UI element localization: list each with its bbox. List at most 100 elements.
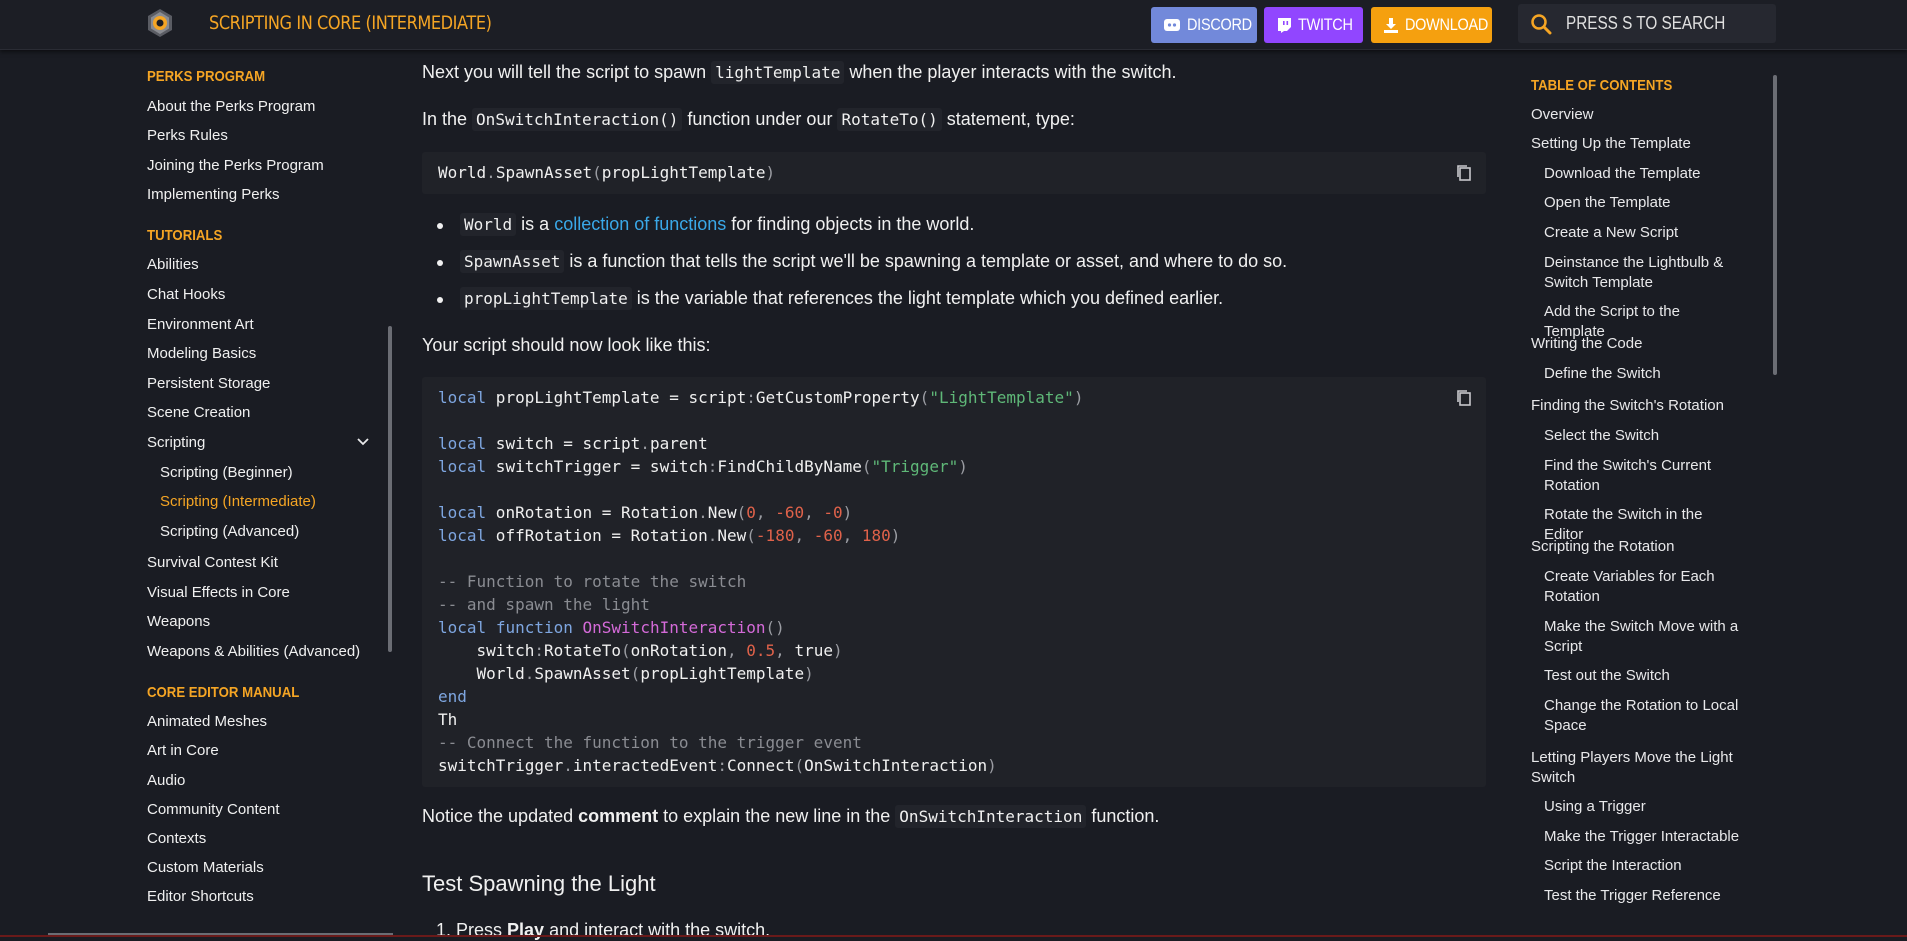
twitch-button[interactable]: TWITCH: [1264, 7, 1363, 43]
text: 1. Press: [436, 920, 508, 940]
text: to explain the new line in the: [658, 806, 896, 826]
toc-item[interactable]: Make the Trigger Interactable: [1544, 827, 1744, 847]
sidebar-item[interactable]: Weapons: [147, 613, 210, 630]
token: (: [630, 664, 641, 683]
sidebar-item[interactable]: Scene Creation: [147, 404, 250, 421]
sidebar-item[interactable]: Modeling Basics: [147, 345, 256, 362]
token: propLightTemplate = script: [486, 388, 747, 407]
list-item: 1. Press Play and interact with the swit…: [436, 920, 770, 941]
token: local: [438, 618, 487, 637]
token: ,: [775, 641, 795, 660]
toc-item[interactable]: Script the Interaction: [1544, 856, 1744, 876]
download-button[interactable]: DOWNLOAD: [1371, 7, 1492, 43]
discord-button[interactable]: DISCORD: [1151, 7, 1257, 43]
search-input[interactable]: PRESS S TO SEARCH: [1518, 4, 1776, 43]
sidebar-item[interactable]: Survival Contest Kit: [147, 554, 278, 571]
copy-icon[interactable]: [1456, 389, 1472, 407]
token: ,: [755, 503, 776, 522]
sidebar-item-scripting[interactable]: Scripting: [147, 434, 205, 451]
toc-item[interactable]: Overview: [1531, 105, 1741, 125]
toc-item[interactable]: Find the Switch's Current Rotation: [1544, 456, 1744, 496]
token: (: [746, 526, 756, 545]
sidebar-item[interactable]: Editor Shortcuts: [147, 888, 254, 905]
code-comment: -- Function to rotate the switch: [438, 572, 747, 591]
paragraph: Your script should now look like this:: [422, 335, 711, 355]
twitch-label: TWITCH: [1298, 15, 1353, 34]
toc-item[interactable]: Change the Rotation to Local Space: [1544, 696, 1744, 736]
sidebar-scrollbar[interactable]: [388, 326, 392, 652]
code-line: Th: [438, 710, 458, 729]
sidebar-item[interactable]: Animated Meshes: [147, 713, 267, 730]
toc-item[interactable]: Create a New Script: [1544, 223, 1744, 243]
sidebar-subitem-active[interactable]: Scripting (Intermediate): [160, 493, 316, 510]
sidebar-item[interactable]: Contexts: [147, 830, 206, 847]
sidebar-heading-perks: PERKS PROGRAM: [147, 68, 266, 85]
token: ): [890, 526, 901, 545]
token: (: [919, 388, 930, 407]
token: .: [563, 756, 573, 775]
toc-item[interactable]: Download the Template: [1544, 164, 1744, 184]
list-item: SpawnAsset is a function that tells the …: [460, 250, 1287, 273]
toc-item[interactable]: Make the Switch Move with a Script: [1544, 617, 1744, 657]
collection-of-functions-link[interactable]: collection of functions: [554, 214, 726, 234]
token: ): [804, 664, 814, 683]
token: SpawnAsset: [495, 163, 593, 182]
token: parent: [649, 434, 708, 453]
sidebar-item[interactable]: Art in Core: [147, 742, 219, 759]
sidebar-item[interactable]: Perks Rules: [147, 127, 228, 144]
token: (: [621, 641, 631, 660]
token: -0: [823, 503, 843, 522]
token: .: [640, 434, 650, 453]
code-line: World.SpawnAsset(propLightTemplate): [438, 664, 814, 683]
token: onRotation: [630, 641, 727, 660]
bullet-dot: [437, 260, 443, 266]
token: :: [534, 641, 544, 660]
token: switch = script: [486, 434, 641, 453]
copy-icon[interactable]: [1456, 164, 1472, 182]
sidebar-item[interactable]: Chat Hooks: [147, 286, 225, 303]
token: ): [832, 641, 843, 660]
sidebar-item[interactable]: Implementing Perks: [147, 186, 280, 203]
sidebar-heading-tutorials: TUTORIALS: [147, 227, 223, 244]
sidebar-item[interactable]: Custom Materials: [147, 859, 264, 876]
code-line: switch:RotateTo(onRotation, 0.5, true): [438, 641, 843, 660]
toc-item[interactable]: Define the Switch: [1544, 364, 1744, 384]
sidebar-subitem[interactable]: Scripting (Beginner): [160, 464, 293, 481]
sidebar-item[interactable]: Joining the Perks Program: [147, 157, 324, 174]
text: statement, type:: [941, 109, 1075, 129]
toc-item[interactable]: Select the Switch: [1544, 426, 1744, 446]
sidebar-item[interactable]: Visual Effects in Core: [147, 584, 290, 601]
toc-item[interactable]: Scripting the Rotation: [1531, 537, 1741, 557]
sidebar-item[interactable]: Audio: [147, 772, 185, 789]
core-logo-icon[interactable]: [145, 8, 175, 38]
left-sidebar: PERKS PROGRAM About the Perks Program Pe…: [0, 50, 390, 937]
toc-item[interactable]: Test the Trigger Reference: [1544, 886, 1744, 906]
sidebar-item[interactable]: Abilities: [147, 256, 199, 273]
token: .: [707, 526, 718, 545]
sidebar-item[interactable]: About the Perks Program: [147, 98, 315, 115]
toc-item[interactable]: Using a Trigger: [1544, 797, 1744, 817]
toc-item[interactable]: Writing the Code: [1531, 334, 1741, 354]
paragraph: Notice the updated comment to explain th…: [422, 805, 1159, 828]
sidebar-subitem[interactable]: Scripting (Advanced): [160, 523, 299, 540]
sidebar-item[interactable]: Community Content: [147, 801, 280, 818]
sidebar-item[interactable]: Persistent Storage: [147, 375, 270, 392]
section-heading: Test Spawning the Light: [422, 871, 656, 896]
token: switch: [438, 641, 535, 660]
token: switchTrigger: [438, 756, 564, 775]
token: offRotation = Rotation: [486, 526, 708, 545]
toc-item[interactable]: Open the Template: [1544, 193, 1744, 213]
token: switchTrigger = switch: [486, 457, 708, 476]
toc-item[interactable]: Letting Players Move the Light Switch: [1531, 748, 1741, 788]
toc-item[interactable]: Test out the Switch: [1544, 666, 1744, 686]
toc-item[interactable]: Deinstance the Lightbulb & Switch Templa…: [1544, 253, 1744, 293]
page-title[interactable]: SCRIPTING IN CORE (INTERMEDIATE): [209, 12, 492, 34]
chevron-down-icon[interactable]: [357, 438, 369, 446]
toc-item[interactable]: Create Variables for Each Rotation: [1544, 567, 1744, 607]
sidebar-item[interactable]: Environment Art: [147, 316, 254, 333]
toc-item[interactable]: Setting Up the Template: [1531, 134, 1741, 154]
toc-item[interactable]: Finding the Switch's Rotation: [1531, 396, 1741, 416]
toc-scrollbar[interactable]: [1773, 75, 1777, 375]
sidebar-item[interactable]: Weapons & Abilities (Advanced): [147, 643, 360, 660]
text: for finding objects in the world.: [726, 214, 975, 234]
